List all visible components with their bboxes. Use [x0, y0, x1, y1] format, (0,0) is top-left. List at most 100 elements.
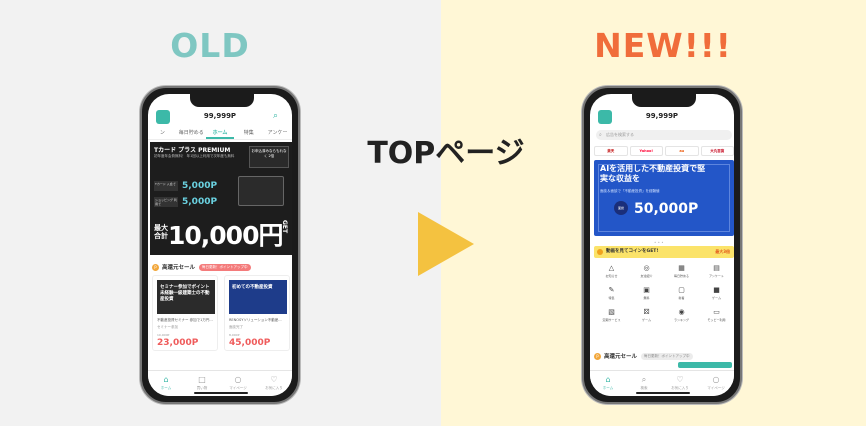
- banner-headline: Tカード プラス PREMIUM: [154, 147, 231, 154]
- banner-sub: 初年度年会費無料！ 年1回以上利用で次年度も無料: [154, 154, 235, 158]
- coin-icon: [597, 249, 603, 255]
- heart-icon: ♡: [270, 375, 278, 384]
- nav-favorites[interactable]: ♡ お気に入り: [256, 371, 292, 396]
- card-price: 45,000P: [229, 338, 271, 348]
- heart-icon: ♡: [676, 375, 684, 384]
- tab-item[interactable]: アンケー: [263, 128, 292, 139]
- nav-mypage[interactable]: ○ マイページ: [698, 371, 734, 396]
- menu-item-game2[interactable]: ⚄ ゲーム: [629, 308, 664, 326]
- menu-label: 毎日貯める: [673, 274, 689, 278]
- menu-label: お知らせ: [605, 274, 618, 278]
- bottom-nav: ⌂ ホーム □ 買い物 ○ マイページ ♡ お気に入り: [148, 370, 292, 396]
- new-phone: 99,999P ⌕ 広告を検索する 楽天 Yahoo! au 大丸百貨 AIを活…: [582, 86, 742, 404]
- menu-item-game[interactable]: ■ ゲーム: [699, 286, 734, 304]
- tab-item[interactable]: 毎日貯める: [177, 128, 206, 139]
- tab-item[interactable]: 特集: [234, 128, 263, 139]
- search-input[interactable]: ⌕ 広告を検索する: [596, 130, 732, 140]
- carousel-dots[interactable]: • • •: [654, 240, 664, 245]
- banner-circle: 面談: [614, 201, 628, 215]
- promo-banner[interactable]: Tカード プラス PREMIUM 初年度年会費無料！ 年1回以上利用で次年度も無…: [150, 142, 292, 255]
- menu-item-invite[interactable]: ◎ 友達紹介: [629, 264, 664, 282]
- shop-rakuten[interactable]: 楽天: [594, 146, 628, 156]
- menu-item-news[interactable]: △ お知らせ: [594, 264, 629, 282]
- card-old-price: 8,000P: [229, 333, 240, 337]
- menu-label: 新着: [678, 296, 685, 300]
- card-price: 23,000P: [157, 338, 199, 348]
- row-tag: ショッピング 利用で: [154, 196, 178, 207]
- menu-item-free[interactable]: ▣ 無料: [629, 286, 664, 304]
- coin-multiplier: 最大3倍: [715, 249, 730, 254]
- old-phone: 99,999P ⌕ ン 毎日貯める ホーム 特集 アンケー Tカード プラス P…: [140, 86, 300, 404]
- game-icon: ■: [713, 286, 720, 294]
- banner-big-amount: 10,000円: [168, 221, 283, 250]
- menu-item-new[interactable]: ▢ 新着: [664, 286, 699, 304]
- tab-home[interactable]: ホーム: [205, 128, 235, 139]
- home-icon: ⌂: [605, 375, 611, 384]
- shop-yahoo[interactable]: Yahoo!: [629, 146, 663, 156]
- banner-amount: 50,000P: [634, 201, 699, 217]
- nav-label: 検索: [640, 386, 648, 390]
- menu-item-moppy[interactable]: ▭ モッピー利用: [699, 308, 734, 326]
- nav-label: お気に入り: [265, 386, 283, 390]
- tab-item[interactable]: ン: [148, 128, 177, 139]
- row-value: 5,000P: [182, 196, 218, 207]
- survey-icon: ▤: [713, 264, 720, 272]
- notch: [632, 94, 696, 107]
- menu-item-survey[interactable]: ▤ アンケート: [699, 264, 734, 282]
- card-old-price: 10,000P: [157, 333, 170, 337]
- bottom-nav: ⌂ ホーム ⌕ 検索 ♡ お気に入り ○ マイページ: [590, 370, 734, 396]
- search-icon: ⌕: [641, 375, 647, 384]
- dice-icon: ⚄: [643, 308, 650, 316]
- row-value: 5,000P: [182, 180, 218, 191]
- menu-item-feature[interactable]: ✎ 特集: [594, 286, 629, 304]
- old-label: OLD: [170, 26, 250, 65]
- new-icon: ▢: [678, 286, 685, 294]
- new-screen: 99,999P ⌕ 広告を検索する 楽天 Yahoo! au 大丸百貨 AIを活…: [590, 94, 734, 396]
- menu-label: アンケート: [709, 274, 724, 278]
- card-image: 初めての不動産投資: [229, 280, 287, 314]
- shop-daimaru[interactable]: 大丸百貨: [700, 146, 734, 156]
- old-screen: 99,999P ⌕ ン 毎日貯める ホーム 特集 アンケー Tカード プラス P…: [148, 94, 292, 396]
- card-sub: セミナー参加: [157, 325, 178, 329]
- menu-item-service[interactable]: ▧ 定期サービス: [594, 308, 629, 326]
- sale-card-teaser[interactable]: [678, 362, 732, 368]
- menu-item-daily[interactable]: ▦ 毎日貯める: [664, 264, 699, 282]
- pen-icon: ✎: [608, 286, 615, 294]
- sale-pill: 毎日更新！ポイントアップ中: [199, 263, 251, 271]
- cart-icon: □: [198, 375, 206, 384]
- sale-card[interactable]: セミナー参加でポイント 未経験一級建築士の不動産投資 不動産投資セミナー 参加で…: [152, 275, 218, 351]
- sale-card[interactable]: 初めての不動産投資 RENOSYソリューション不動産... 面談完了 8,000…: [224, 275, 290, 351]
- menu-label: ランキング: [674, 318, 689, 322]
- new-label: NEW!!!: [594, 26, 732, 65]
- promo-banner[interactable]: AIを活用した不動産投資で堅実な収益を 面談＆面談で「不動産投資」を経験値 面談…: [594, 160, 734, 236]
- card-desc: 不動産投資セミナー 参加で1万円...: [157, 318, 213, 322]
- menu-label: モッピー利用: [707, 318, 726, 322]
- sale-icon: P: [152, 263, 159, 271]
- banner-get: GET: [281, 220, 288, 234]
- sale-title: 高還元セール: [604, 354, 638, 360]
- points-balance: 99,999P: [645, 112, 679, 120]
- menu-label: ゲーム: [712, 296, 721, 300]
- banner-big-prefix: 最大合計: [154, 224, 168, 240]
- card-image-text: 初めての不動産投資: [232, 285, 273, 290]
- video-coin-banner[interactable]: 動画を見てコインをGET! 最大3倍: [594, 246, 734, 258]
- home-indicator: [636, 392, 690, 394]
- menu-label: 友達紹介: [640, 274, 653, 278]
- top-bar: 99,999P ⌕: [148, 108, 292, 126]
- center-title: TOPページ: [367, 136, 525, 171]
- sale-title: 高還元セール: [162, 265, 196, 271]
- nav-label: お気に入り: [671, 386, 689, 390]
- nav-label: マイページ: [229, 386, 247, 390]
- points-balance: 99,999P: [203, 112, 237, 120]
- service-icon: ▧: [608, 308, 615, 316]
- search-icon[interactable]: ⌕: [273, 111, 284, 122]
- credit-card-image: [238, 176, 284, 206]
- menu-item-ranking[interactable]: ◉ ランキング: [664, 308, 699, 326]
- coin-text: 動画を見てコインをGET!: [606, 249, 659, 254]
- home-indicator: [194, 392, 248, 394]
- nav-home[interactable]: ⌂ ホーム: [148, 371, 184, 396]
- bell-icon: △: [608, 264, 615, 272]
- shop-au[interactable]: au: [665, 146, 699, 156]
- tab-bar: ン 毎日貯める ホーム 特集 アンケー: [148, 128, 292, 140]
- nav-home[interactable]: ⌂ ホーム: [590, 371, 626, 396]
